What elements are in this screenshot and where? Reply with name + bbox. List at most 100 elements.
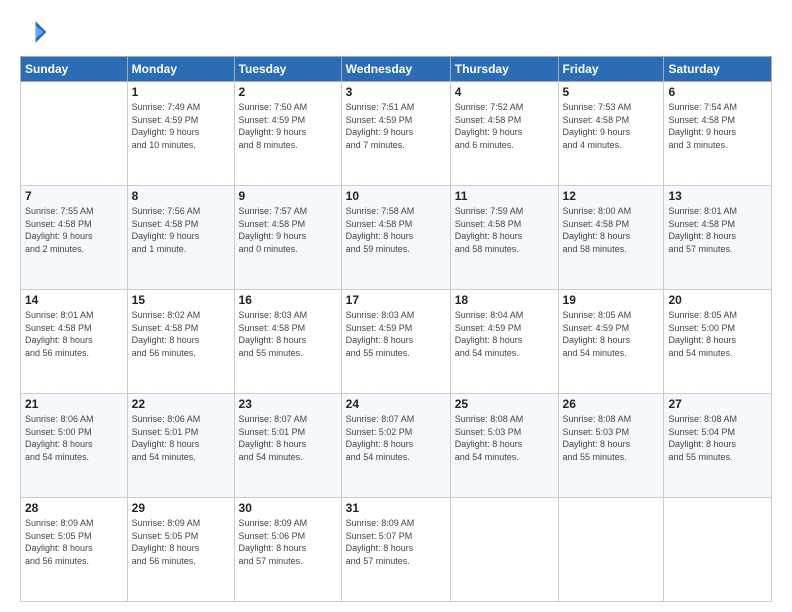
calendar-cell: 7 Sunrise: 7:55 AM Sunset: 4:58 PM Daylig… (21, 186, 128, 290)
day-number: 22 (132, 397, 230, 411)
calendar-cell: 20 Sunrise: 8:05 AM Sunset: 5:00 PM Dayli… (664, 290, 772, 394)
calendar-week-row: 14Sunrise: 8:01 AM Sunset: 4:58 PM Dayli… (21, 290, 772, 394)
day-info: Sunrise: 7:51 AM Sunset: 4:59 PM Dayligh… (346, 101, 446, 151)
day-number: 21 (25, 397, 123, 411)
calendar-cell (664, 498, 772, 602)
day-info: Sunrise: 8:08 AM Sunset: 5:03 PM Dayligh… (455, 413, 554, 463)
calendar-cell (558, 498, 664, 602)
weekday-header-thursday: Thursday (450, 57, 558, 82)
day-number: 7 (25, 189, 123, 203)
weekday-header-tuesday: Tuesday (234, 57, 341, 82)
calendar-week-row: 1Sunrise: 7:49 AM Sunset: 4:59 PM Daylig… (21, 82, 772, 186)
calendar-week-row: 21 Sunrise: 8:06 AM Sunset: 5:00 PM Dayli… (21, 394, 772, 498)
day-info: Sunrise: 7:50 AM Sunset: 4:59 PM Dayligh… (239, 101, 337, 151)
day-info: Sunrise: 7:53 AM Sunset: 4:58 PM Dayligh… (563, 101, 660, 151)
calendar-body: 1Sunrise: 7:49 AM Sunset: 4:59 PM Daylig… (21, 82, 772, 602)
day-info: Sunrise: 7:55 AM Sunset: 4:58 PM Dayligh… (25, 205, 123, 255)
calendar-cell: 11Sunrise: 7:59 AM Sunset: 4:58 PM Dayli… (450, 186, 558, 290)
calendar-cell: 21 Sunrise: 8:06 AM Sunset: 5:00 PM Dayli… (21, 394, 128, 498)
calendar-cell: 2 Sunrise: 7:50 AM Sunset: 4:59 PM Daylig… (234, 82, 341, 186)
calendar-table: SundayMondayTuesdayWednesdayThursdayFrid… (20, 56, 772, 602)
day-info: Sunrise: 8:03 AM Sunset: 4:58 PM Dayligh… (239, 309, 337, 359)
calendar-week-row: 7 Sunrise: 7:55 AM Sunset: 4:58 PM Daylig… (21, 186, 772, 290)
calendar-page: SundayMondayTuesdayWednesdayThursdayFrid… (0, 0, 792, 612)
header (20, 18, 772, 46)
day-number: 13 (668, 189, 767, 203)
day-number: 20 (668, 293, 767, 307)
weekday-header-row: SundayMondayTuesdayWednesdayThursdayFrid… (21, 57, 772, 82)
day-info: Sunrise: 7:52 AM Sunset: 4:58 PM Dayligh… (455, 101, 554, 151)
calendar-cell: 14Sunrise: 8:01 AM Sunset: 4:58 PM Dayli… (21, 290, 128, 394)
calendar-cell: 31 Sunrise: 8:09 AM Sunset: 5:07 PM Dayli… (341, 498, 450, 602)
day-info: Sunrise: 8:05 AM Sunset: 5:00 PM Dayligh… (668, 309, 767, 359)
day-number: 26 (563, 397, 660, 411)
logo (20, 18, 50, 46)
day-info: Sunrise: 7:56 AM Sunset: 4:58 PM Dayligh… (132, 205, 230, 255)
calendar-cell: 15Sunrise: 8:02 AM Sunset: 4:58 PM Dayli… (127, 290, 234, 394)
calendar-cell: 30 Sunrise: 8:09 AM Sunset: 5:06 PM Dayli… (234, 498, 341, 602)
day-number: 24 (346, 397, 446, 411)
day-number: 8 (132, 189, 230, 203)
day-info: Sunrise: 8:07 AM Sunset: 5:02 PM Dayligh… (346, 413, 446, 463)
calendar-cell (450, 498, 558, 602)
calendar-cell: 28Sunrise: 8:09 AM Sunset: 5:05 PM Dayli… (21, 498, 128, 602)
day-number: 25 (455, 397, 554, 411)
calendar-cell: 29 Sunrise: 8:09 AM Sunset: 5:05 PM Dayli… (127, 498, 234, 602)
calendar-cell: 3Sunrise: 7:51 AM Sunset: 4:59 PM Daylig… (341, 82, 450, 186)
calendar-cell: 19 Sunrise: 8:05 AM Sunset: 4:59 PM Dayli… (558, 290, 664, 394)
day-info: Sunrise: 8:09 AM Sunset: 5:07 PM Dayligh… (346, 517, 446, 567)
day-number: 10 (346, 189, 446, 203)
day-info: Sunrise: 7:57 AM Sunset: 4:58 PM Dayligh… (239, 205, 337, 255)
day-number: 28 (25, 501, 123, 515)
calendar-cell: 13Sunrise: 8:01 AM Sunset: 4:58 PM Dayli… (664, 186, 772, 290)
weekday-header-wednesday: Wednesday (341, 57, 450, 82)
day-info: Sunrise: 8:01 AM Sunset: 4:58 PM Dayligh… (25, 309, 123, 359)
day-info: Sunrise: 8:08 AM Sunset: 5:03 PM Dayligh… (563, 413, 660, 463)
calendar-cell: 6 Sunrise: 7:54 AM Sunset: 4:58 PM Daylig… (664, 82, 772, 186)
day-number: 27 (668, 397, 767, 411)
calendar-cell: 24 Sunrise: 8:07 AM Sunset: 5:02 PM Dayli… (341, 394, 450, 498)
day-number: 23 (239, 397, 337, 411)
calendar-cell: 26 Sunrise: 8:08 AM Sunset: 5:03 PM Dayli… (558, 394, 664, 498)
calendar-cell: 17Sunrise: 8:03 AM Sunset: 4:59 PM Dayli… (341, 290, 450, 394)
calendar-cell: 27Sunrise: 8:08 AM Sunset: 5:04 PM Dayli… (664, 394, 772, 498)
weekday-header-monday: Monday (127, 57, 234, 82)
day-number: 11 (455, 189, 554, 203)
calendar-week-row: 28 Sunrise: 8:09 AM Sunset: 5:05 PM Dayli… (21, 498, 772, 602)
calendar-cell: 1Sunrise: 7:49 AM Sunset: 4:59 PM Daylig… (127, 82, 234, 186)
day-number: 9 (239, 189, 337, 203)
logo-icon (20, 18, 48, 46)
day-number: 12 (563, 189, 660, 203)
calendar-cell: 25 Sunrise: 8:08 AM Sunset: 5:03 PM Dayli… (450, 394, 558, 498)
calendar-cell: 10 Sunrise: 7:58 AM Sunset: 4:58 PM Dayli… (341, 186, 450, 290)
calendar-cell: 16 Sunrise: 8:03 AM Sunset: 4:58 PM Dayli… (234, 290, 341, 394)
calendar-cell (21, 82, 128, 186)
day-info: Sunrise: 7:49 AM Sunset: 4:59 PM Dayligh… (132, 101, 230, 151)
day-number: 4 (455, 85, 554, 99)
day-info: Sunrise: 8:06 AM Sunset: 5:00 PM Dayligh… (25, 413, 123, 463)
day-number: 16 (239, 293, 337, 307)
day-info: Sunrise: 7:54 AM Sunset: 4:58 PM Dayligh… (668, 101, 767, 151)
calendar-cell: 5Sunrise: 7:53 AM Sunset: 4:58 PM Daylig… (558, 82, 664, 186)
day-info: Sunrise: 8:02 AM Sunset: 4:58 PM Dayligh… (132, 309, 230, 359)
day-number: 19 (563, 293, 660, 307)
calendar-cell: 18 Sunrise: 8:04 AM Sunset: 4:59 PM Dayli… (450, 290, 558, 394)
day-number: 31 (346, 501, 446, 515)
day-info: Sunrise: 8:07 AM Sunset: 5:01 PM Dayligh… (239, 413, 337, 463)
day-info: Sunrise: 7:58 AM Sunset: 4:58 PM Dayligh… (346, 205, 446, 255)
calendar-cell: 9 Sunrise: 7:57 AM Sunset: 4:58 PM Daylig… (234, 186, 341, 290)
calendar-cell: 8 Sunrise: 7:56 AM Sunset: 4:58 PM Daylig… (127, 186, 234, 290)
day-number: 29 (132, 501, 230, 515)
weekday-header-sunday: Sunday (21, 57, 128, 82)
calendar-cell: 22 Sunrise: 8:06 AM Sunset: 5:01 PM Dayli… (127, 394, 234, 498)
day-number: 18 (455, 293, 554, 307)
day-number: 2 (239, 85, 337, 99)
day-info: Sunrise: 8:04 AM Sunset: 4:59 PM Dayligh… (455, 309, 554, 359)
day-info: Sunrise: 8:06 AM Sunset: 5:01 PM Dayligh… (132, 413, 230, 463)
calendar-cell: 12Sunrise: 8:00 AM Sunset: 4:58 PM Dayli… (558, 186, 664, 290)
day-info: Sunrise: 8:09 AM Sunset: 5:06 PM Dayligh… (239, 517, 337, 567)
day-number: 30 (239, 501, 337, 515)
day-number: 6 (668, 85, 767, 99)
day-info: Sunrise: 8:09 AM Sunset: 5:05 PM Dayligh… (132, 517, 230, 567)
day-info: Sunrise: 8:05 AM Sunset: 4:59 PM Dayligh… (563, 309, 660, 359)
